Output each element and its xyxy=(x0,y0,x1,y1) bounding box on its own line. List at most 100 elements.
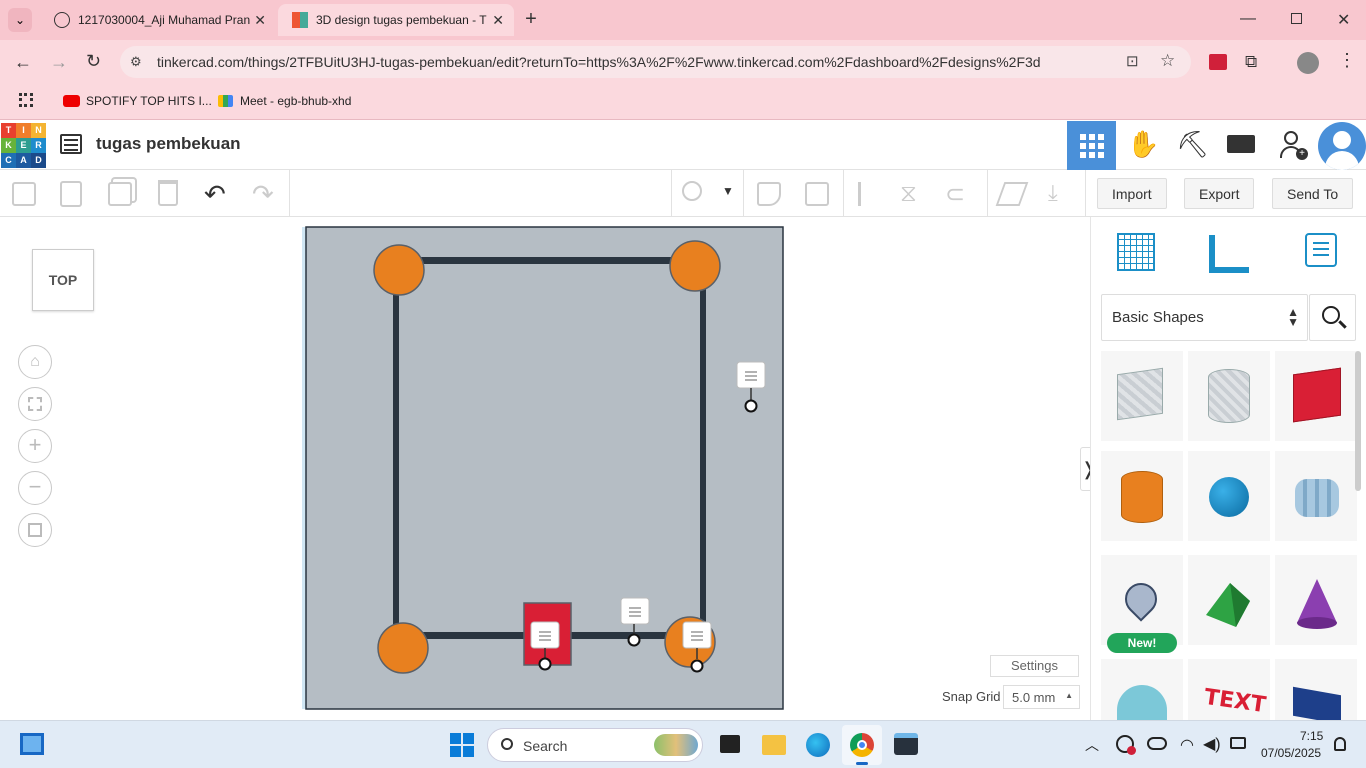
copy-icon[interactable] xyxy=(12,182,36,206)
shape-tube[interactable] xyxy=(1101,659,1183,720)
shape-box-hole[interactable] xyxy=(1101,351,1183,441)
delete-trash-icon[interactable] xyxy=(158,180,178,206)
url-text[interactable]: tinkercad.com/things/2TFBUitU3HJ-tugas-p… xyxy=(157,54,1041,70)
clock-time[interactable]: 7:15 xyxy=(1300,729,1323,743)
drop-to-workplane-icon[interactable]: ⤓ xyxy=(1048,180,1058,206)
shape-roof[interactable] xyxy=(1188,555,1270,645)
zoom-in-button[interactable]: + xyxy=(18,429,52,463)
workplane[interactable] xyxy=(300,225,790,715)
file-explorer-icon[interactable] xyxy=(762,735,786,755)
undo-icon[interactable]: ↶ xyxy=(204,179,226,210)
design-canvas[interactable]: TOP ⌂ + − ❭ Settings Snap Grid 5.0 mm ▲ xyxy=(0,217,1096,720)
back-arrow-icon[interactable]: ← xyxy=(14,52,32,73)
new-tab-button[interactable]: + xyxy=(520,8,542,30)
orange-cylinder-top-right[interactable] xyxy=(669,240,721,292)
blocks-pickaxe-icon[interactable]: ⛏ xyxy=(1176,129,1209,160)
user-avatar[interactable] xyxy=(1318,122,1366,170)
update-alert-icon[interactable] xyxy=(1116,735,1136,755)
terminal-app-icon[interactable] xyxy=(894,733,918,755)
site-info-icon[interactable]: ⚙ xyxy=(130,54,142,70)
frame-left-bar[interactable] xyxy=(393,251,399,649)
extension-red-icon[interactable] xyxy=(1209,54,1227,70)
align-icon[interactable] xyxy=(858,182,876,206)
bookmark-meet[interactable]: Meet - egb-bhub-xhd xyxy=(218,94,351,108)
volume-icon[interactable]: ◀) xyxy=(1203,734,1221,754)
workplane-tool-icon[interactable] xyxy=(995,182,1029,206)
browser-menu-icon[interactable]: ⋮ xyxy=(1338,50,1356,71)
send-to-button[interactable]: Send To xyxy=(1272,178,1354,209)
mirror-icon[interactable]: ⧖ xyxy=(900,180,917,208)
notification-bell-icon[interactable] xyxy=(1334,737,1346,751)
snap-grid-select[interactable]: 5.0 mm ▲ xyxy=(1003,685,1080,709)
frame-right-bar[interactable] xyxy=(700,245,706,645)
battery-icon[interactable] xyxy=(1230,737,1246,749)
shape-cylinder-hole[interactable] xyxy=(1188,351,1270,441)
notes-icon[interactable] xyxy=(1305,233,1337,267)
edge-icon[interactable] xyxy=(806,733,830,757)
orange-cylinder-bottom-left[interactable] xyxy=(377,622,429,674)
minimize-button[interactable]: — xyxy=(1240,10,1256,28)
group-icon[interactable] xyxy=(757,182,781,206)
zoom-out-button[interactable]: − xyxy=(18,471,52,505)
tab-active[interactable]: 3D design tugas pembekuan - T ✕ xyxy=(278,4,514,36)
ungroup-icon[interactable] xyxy=(805,182,829,206)
duplicate-icon[interactable] xyxy=(108,182,132,206)
bookmark-star-icon[interactable]: ☆ xyxy=(1160,51,1175,71)
shape-scribble[interactable] xyxy=(1275,451,1357,541)
panel-scrollbar[interactable] xyxy=(1355,351,1361,491)
fit-view-button[interactable] xyxy=(18,387,52,421)
shape-sphere[interactable] xyxy=(1188,451,1270,541)
redo-icon[interactable]: ↷ xyxy=(252,179,274,210)
taskbar-search-box[interactable]: Search xyxy=(487,728,703,762)
shape-cone[interactable] xyxy=(1275,555,1357,645)
tinkercad-logo[interactable]: T I N K E R C A D xyxy=(1,123,46,168)
extensions-puzzle-icon[interactable]: ⧉ xyxy=(1245,52,1257,72)
ortho-perspective-button[interactable] xyxy=(18,513,52,547)
maximize-button[interactable] xyxy=(1291,13,1302,24)
paste-icon[interactable] xyxy=(60,181,82,207)
shape-search-button[interactable] xyxy=(1309,294,1356,341)
bookmark-spotify[interactable]: SPOTIFY TOP HITS I... xyxy=(63,94,212,108)
profile-avatar[interactable] xyxy=(1297,52,1319,74)
close-window-button[interactable]: ✕ xyxy=(1337,10,1350,30)
shape-text[interactable]: TEXT xyxy=(1188,659,1270,720)
shape-cylinder[interactable] xyxy=(1101,451,1183,541)
cloud-offline-icon[interactable] xyxy=(1147,737,1167,750)
chevron-up-icon[interactable]: ︿ xyxy=(1085,735,1099,755)
home-view-button[interactable]: ⌂ xyxy=(18,345,52,379)
design-menu-icon[interactable] xyxy=(60,134,82,154)
shape-generator[interactable] xyxy=(1101,555,1183,645)
export-button[interactable]: Export xyxy=(1184,178,1255,209)
tab-inactive[interactable]: 1217030004_Aji Muhamad Pran ✕ xyxy=(40,4,276,36)
task-view-icon[interactable] xyxy=(720,735,740,753)
close-tab-icon[interactable]: ✕ xyxy=(492,12,504,29)
shape-library-select[interactable]: Basic Shapes ▲ ▼ xyxy=(1101,294,1308,341)
chevron-down-icon[interactable]: ▼ xyxy=(722,184,734,198)
import-button[interactable]: Import xyxy=(1097,178,1167,209)
apps-grid-icon[interactable] xyxy=(19,93,33,107)
shape-box[interactable] xyxy=(1275,351,1357,441)
invite-user-icon[interactable]: + xyxy=(1280,131,1308,161)
close-tab-icon[interactable]: ✕ xyxy=(254,12,266,29)
install-app-icon[interactable]: ⊡ xyxy=(1126,52,1139,70)
start-windows-icon[interactable] xyxy=(450,733,474,757)
bricks-icon[interactable] xyxy=(1227,135,1255,153)
cruise-magnet-icon[interactable]: ⊂ xyxy=(945,180,965,209)
reload-icon[interactable]: ↻ xyxy=(86,51,101,72)
workplane-grid-icon[interactable] xyxy=(1117,233,1155,271)
clock-date[interactable]: 07/05/2025 xyxy=(1261,746,1321,760)
chrome-taskbar-button[interactable] xyxy=(842,725,882,765)
wifi-icon[interactable]: ◠ xyxy=(1180,735,1194,755)
sim-lab-hand-icon[interactable]: ✋ xyxy=(1127,129,1159,160)
orange-cylinder-top-left[interactable] xyxy=(373,244,425,296)
light-bulb-icon[interactable] xyxy=(682,181,702,201)
view-cube[interactable]: TOP xyxy=(32,249,94,311)
omnibox[interactable]: ⚙ tinkercad.com/things/2TFBUitU3HJ-tugas… xyxy=(120,46,1191,78)
shape-wedge[interactable] xyxy=(1275,659,1357,725)
forward-arrow-icon[interactable]: → xyxy=(50,52,68,73)
3d-design-view-button[interactable] xyxy=(1067,121,1116,170)
ruler-icon[interactable] xyxy=(1209,235,1249,273)
tab-list-dropdown[interactable]: ⌄ xyxy=(8,8,32,32)
design-title[interactable]: tugas pembekuan xyxy=(96,134,241,154)
widgets-icon[interactable] xyxy=(20,733,44,755)
